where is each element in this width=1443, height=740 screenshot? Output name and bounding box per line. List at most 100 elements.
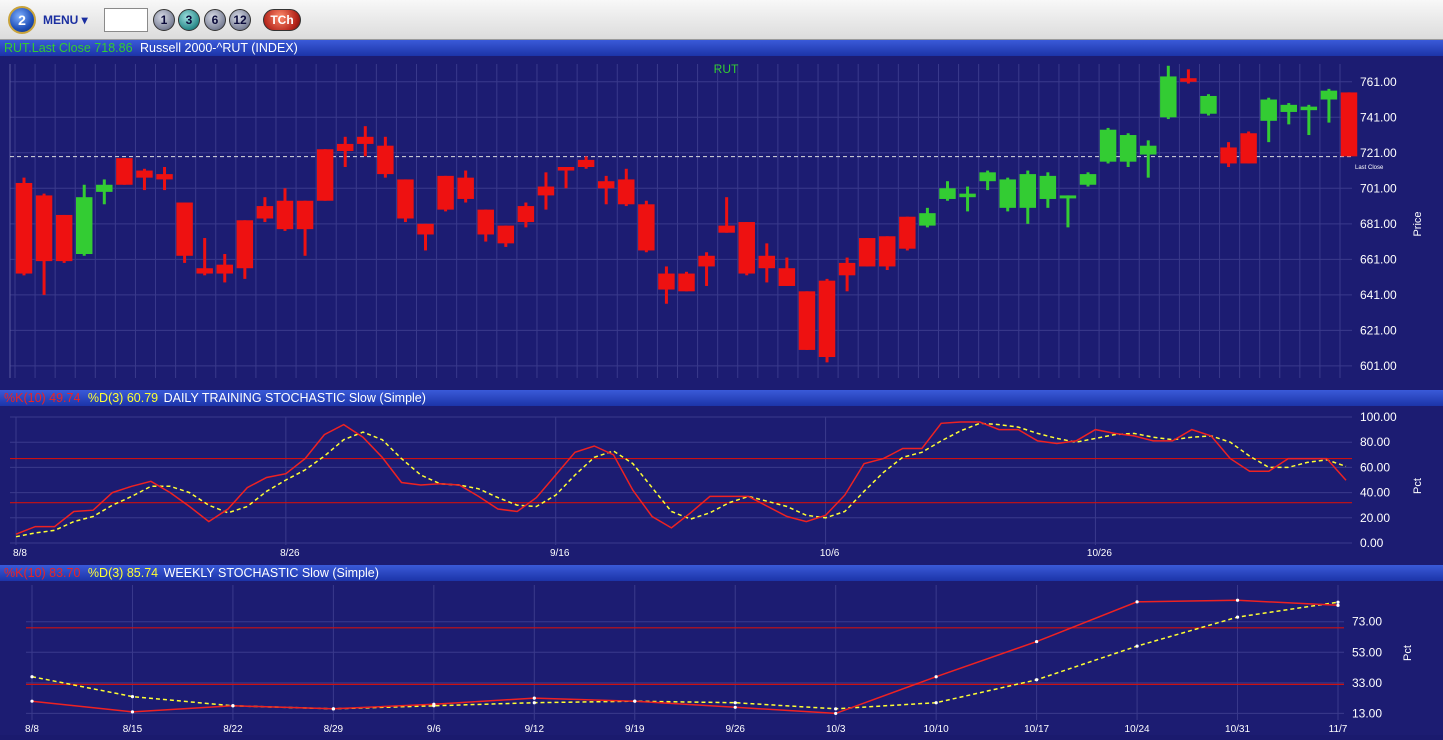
weekly-k-label: %K(10) 83.70 <box>4 566 81 580</box>
down-candle <box>638 204 655 251</box>
period-6-button[interactable]: 6 <box>204 9 226 31</box>
weekly-point <box>1235 615 1240 619</box>
weekly-tick-label: 13.00 <box>1352 706 1382 720</box>
weekly-point <box>130 710 135 714</box>
weekly-date-label: 11/7 <box>1329 724 1348 735</box>
daily-stoch-panel[interactable]: 0.00 20.00 40.00 60.00 80.00 100.00 8/8 8/26 9/… <box>0 406 1443 565</box>
down-candle <box>276 200 294 230</box>
weekly-date-label: 8/29 <box>324 724 344 735</box>
price-tick-labels: 601.00 621.00 641.00 661.00 681.00 701.00 721.… <box>1360 75 1397 373</box>
down-candle <box>537 186 555 196</box>
weekly-grid <box>26 585 1344 720</box>
up-candle <box>919 213 936 226</box>
period-3-button[interactable]: 3 <box>178 9 200 31</box>
period-12-button[interactable]: 12 <box>229 9 251 31</box>
tch-button[interactable]: TCh <box>263 9 301 31</box>
price-chart-header: RUT.Last Close 718.86 Russell 2000-^RUT … <box>0 40 1443 56</box>
down-candle <box>517 206 535 223</box>
daily-tick-label: 0.00 <box>1360 536 1384 550</box>
down-candle <box>798 291 816 350</box>
weekly-date-label: 8/22 <box>223 724 243 735</box>
daily-date-labels: 8/8 8/26 9/16 10/6 10/26 <box>13 548 1112 559</box>
down-candle <box>818 280 836 358</box>
weekly-ylabel: Pct <box>1402 645 1414 661</box>
down-candle <box>838 262 856 276</box>
weekly-stoch-chart[interactable]: 13.00 33.00 53.00 73.00 8/8 8/15 8/22 8/29 9/6 9… <box>0 581 1443 735</box>
down-candle <box>678 273 695 292</box>
weekly-stoch-header: %K(10) 83.70 %D(3) 85.74 WEEKLY STOCHAST… <box>0 565 1443 581</box>
daily-band-lines <box>10 457 1352 504</box>
weekly-tick-label: 33.00 <box>1352 676 1382 690</box>
price-tick-label: 661.00 <box>1360 252 1397 266</box>
weekly-point <box>231 704 235 708</box>
weekly-point <box>532 701 536 705</box>
weekly-point <box>934 701 938 705</box>
down-candle <box>156 174 173 180</box>
daily-date-label: 8/26 <box>280 548 300 559</box>
down-candle <box>858 238 876 267</box>
down-candle <box>557 167 575 171</box>
daily-date-label: 10/6 <box>820 548 840 559</box>
down-candle <box>1180 78 1197 82</box>
weekly-tick-labels: 13.00 33.00 53.00 73.00 <box>1352 615 1382 721</box>
price-tick-label: 701.00 <box>1360 181 1397 195</box>
weekly-point <box>934 675 938 679</box>
app-logo-icon[interactable]: 2 <box>8 6 36 34</box>
weekly-date-label: 9/6 <box>427 724 441 735</box>
weekly-point <box>432 704 436 708</box>
daily-k-label: %K(10) 49.74 <box>4 391 81 405</box>
instrument-label: Russell 2000-^RUT (INDEX) <box>140 41 298 55</box>
price-candles <box>15 65 1358 363</box>
up-candle <box>1079 174 1097 185</box>
up-candle <box>75 197 93 255</box>
daily-stoch-chart[interactable]: 0.00 20.00 40.00 60.00 80.00 100.00 8/8 8/26 9/… <box>0 406 1443 565</box>
weekly-k-series <box>31 599 1339 715</box>
price-tick-label: 761.00 <box>1360 75 1397 89</box>
menu-button[interactable]: MENU ▾ <box>43 13 88 27</box>
down-candle <box>477 209 494 235</box>
down-candle <box>758 255 776 269</box>
period-1-button[interactable]: 1 <box>153 9 175 31</box>
weekly-point <box>532 696 536 700</box>
symbol-input[interactable] <box>104 8 148 32</box>
weekly-date-label: 10/31 <box>1225 724 1250 735</box>
weekly-point <box>633 699 637 703</box>
weekly-point <box>1336 603 1340 607</box>
up-candle <box>1320 90 1338 100</box>
weekly-point <box>1235 598 1240 602</box>
weekly-point <box>331 707 335 711</box>
weekly-stoch-panel[interactable]: 13.00 33.00 53.00 73.00 8/8 8/15 8/22 8/29 9/6 9… <box>0 581 1443 735</box>
weekly-point <box>733 701 737 705</box>
down-candle <box>336 143 354 152</box>
weekly-date-label: 8/8 <box>25 724 39 735</box>
up-candle <box>1119 135 1137 162</box>
price-chart-title: RUT <box>714 62 739 76</box>
down-candle <box>738 222 755 274</box>
last-close-marker: Last Close <box>1355 165 1384 171</box>
down-candle <box>236 220 254 269</box>
weekly-points <box>30 598 1340 716</box>
price-tick-label: 741.00 <box>1360 110 1397 124</box>
daily-date-label: 9/16 <box>550 548 570 559</box>
daily-tick-label: 80.00 <box>1360 435 1390 449</box>
up-candle <box>1099 129 1117 162</box>
down-candle <box>879 236 896 267</box>
down-candle <box>15 182 33 274</box>
daily-stoch-title: DAILY TRAINING STOCHASTIC Slow (Simple) <box>163 391 426 405</box>
weekly-point <box>30 675 34 679</box>
weekly-point <box>1035 639 1039 644</box>
weekly-point <box>1336 600 1340 604</box>
up-candle <box>96 184 113 192</box>
down-candle <box>196 268 213 274</box>
down-candle <box>899 216 916 249</box>
price-chart[interactable]: 601.00 621.00 641.00 661.00 681.00 701.00 721.… <box>0 56 1443 390</box>
last-close-label: RUT.Last Close 718.86 <box>4 41 133 55</box>
weekly-tick-label: 53.00 <box>1352 645 1382 659</box>
weekly-point <box>834 711 838 716</box>
down-candle <box>597 181 615 189</box>
daily-grid <box>10 416 1352 545</box>
price-chart-panel[interactable]: 601.00 621.00 641.00 661.00 681.00 701.00 721.… <box>0 56 1443 390</box>
up-candle <box>1039 175 1057 199</box>
down-candle <box>1240 133 1257 164</box>
toolbar: 2 MENU ▾ 1 3 6 12 TCh <box>0 0 1443 40</box>
